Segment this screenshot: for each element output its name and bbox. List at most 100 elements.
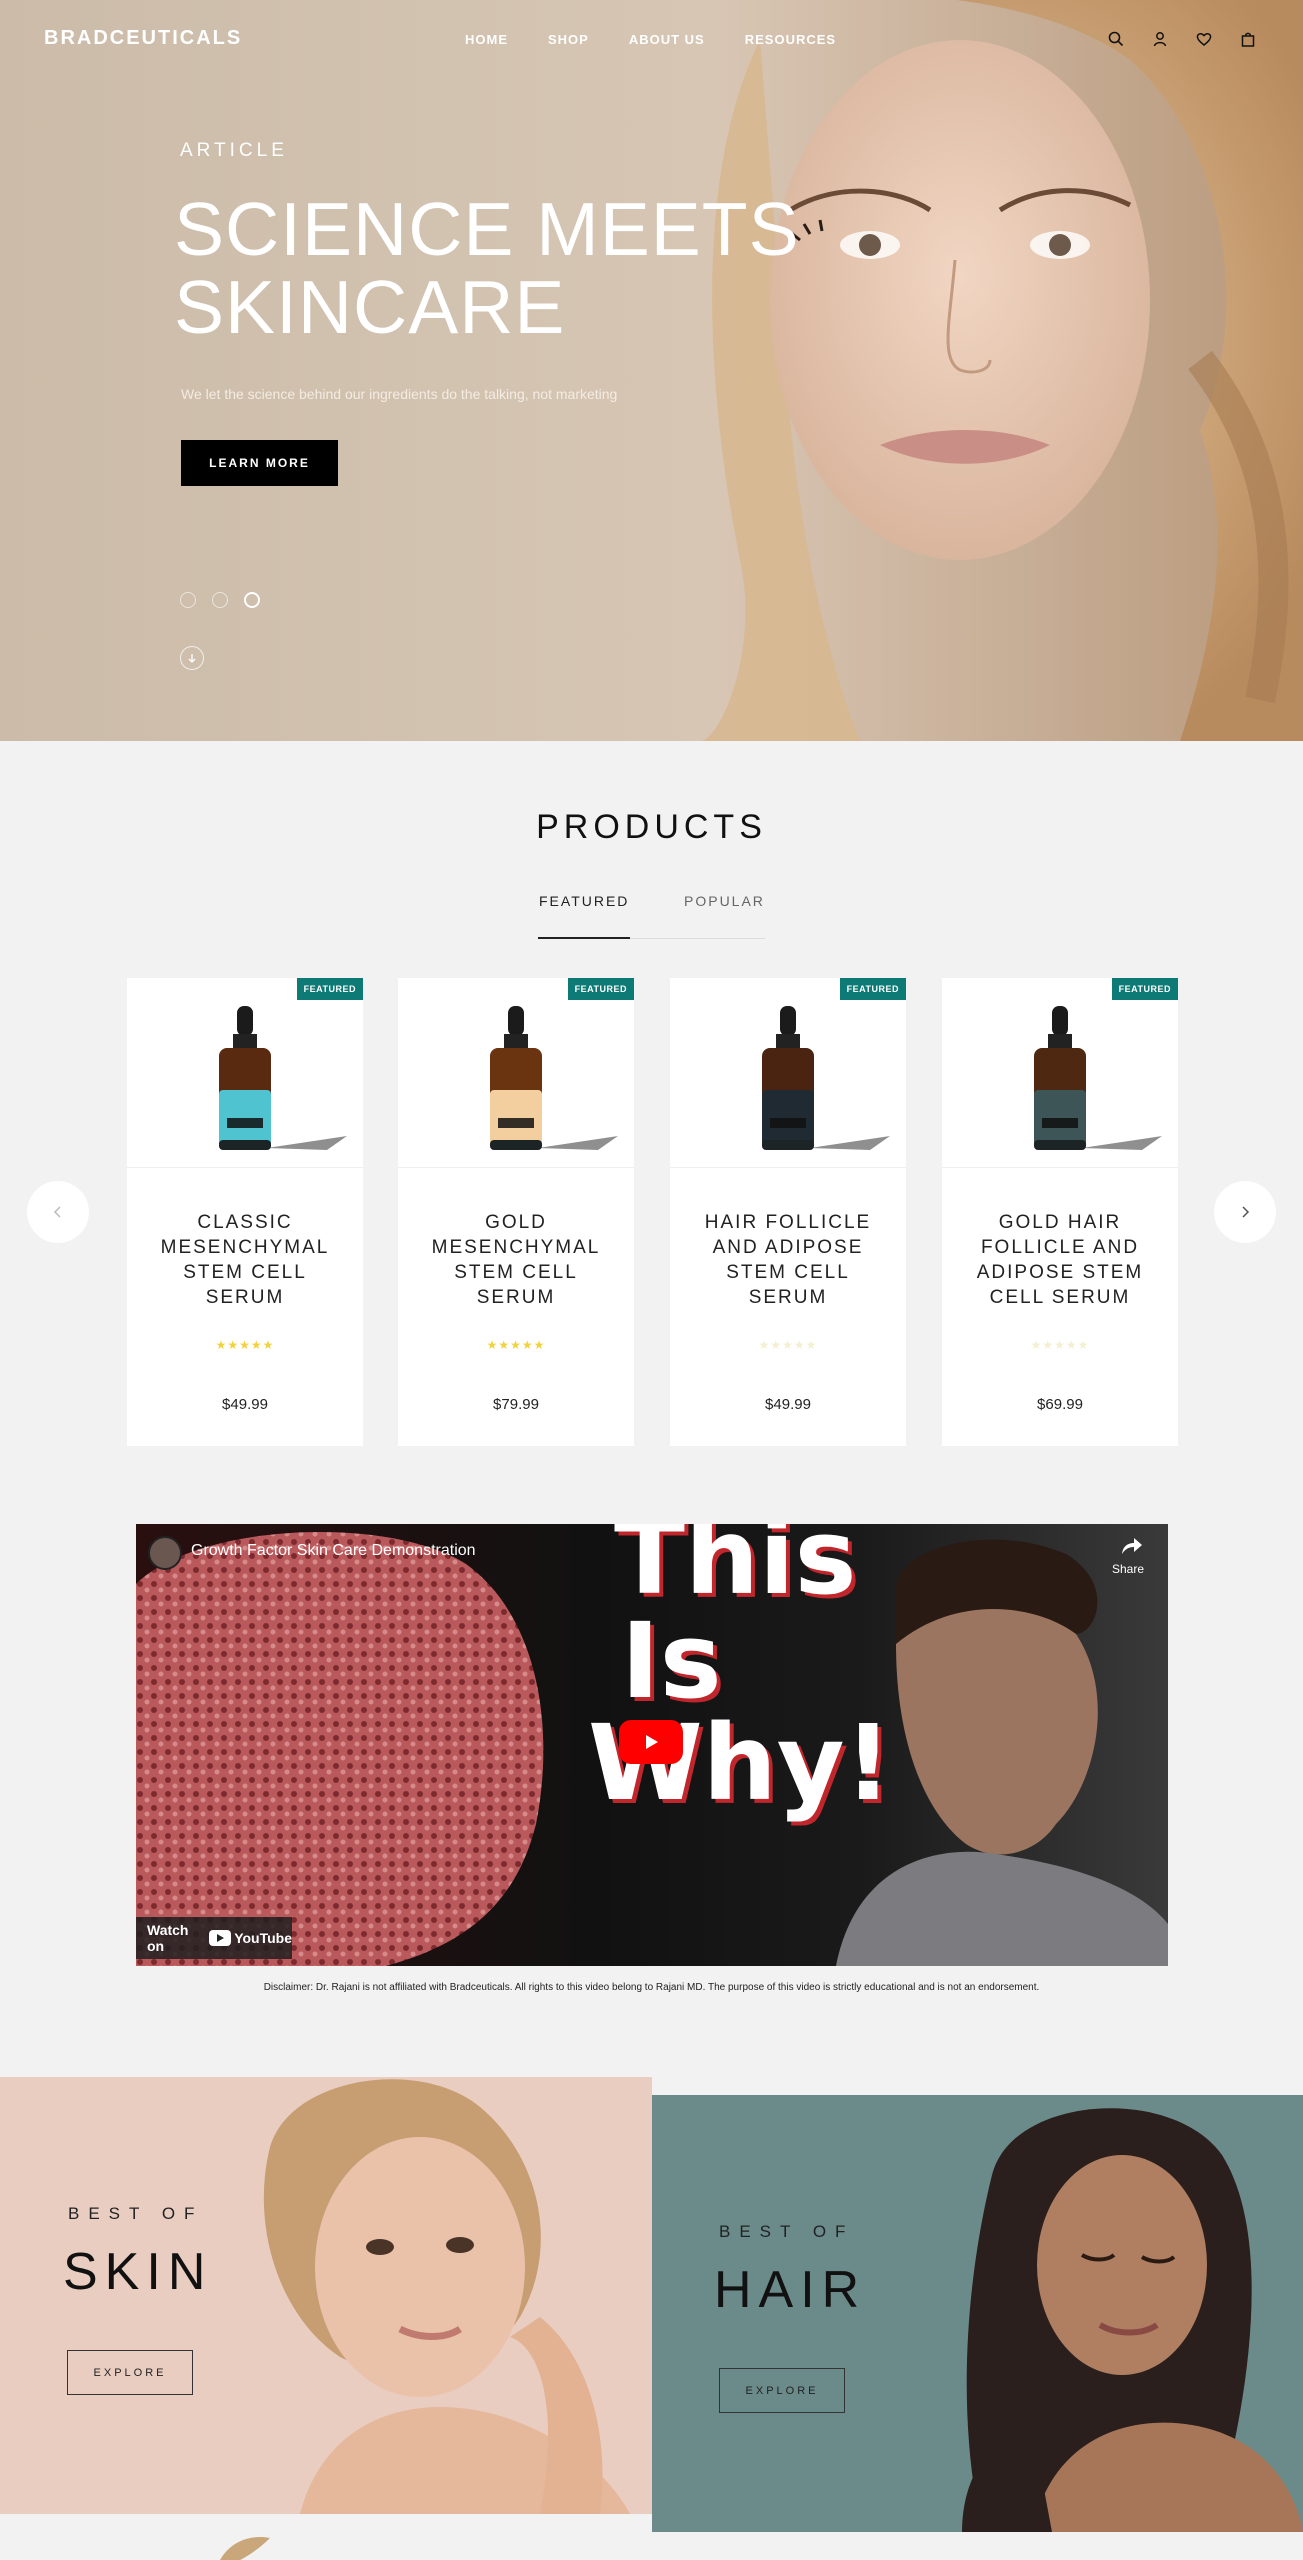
hair-title: HAIR: [714, 2261, 867, 2319]
nav-about-us[interactable]: ABOUT US: [629, 32, 705, 47]
star-icon: ★: [793, 1338, 806, 1352]
star-icon: ★: [486, 1338, 499, 1352]
explore-hair-button[interactable]: EXPLORE: [719, 2368, 845, 2413]
youtube-play-icon: [209, 1930, 232, 1946]
carousel-next-button[interactable]: [1214, 1181, 1276, 1243]
hair-eyebrow: BEST OF: [719, 2222, 855, 2241]
star-rating: ★★★★★: [670, 1338, 906, 1352]
featured-badge: FEATURED: [1111, 978, 1178, 1000]
play-button[interactable]: [619, 1720, 683, 1764]
star-icon: ★: [510, 1338, 522, 1352]
user-icon[interactable]: [1149, 28, 1171, 50]
star-icon: ★: [1077, 1338, 1090, 1352]
active-tab-indicator: [538, 937, 630, 939]
product-image[interactable]: [942, 998, 1178, 1168]
star-icon: ★: [1042, 1338, 1055, 1352]
video-title[interactable]: Growth Factor Skin Care Demonstration: [191, 1542, 476, 1560]
product-name[interactable]: CLASSIC MESENCHYMAL STEM CELL SERUM: [127, 1210, 363, 1310]
channel-avatar[interactable]: [148, 1536, 182, 1570]
product-price: $49.99: [765, 1396, 811, 1413]
star-icon: ★: [262, 1338, 275, 1352]
product-image[interactable]: [670, 998, 906, 1168]
star-icon: ★: [215, 1338, 228, 1352]
tab-featured[interactable]: FEATURED: [539, 893, 629, 909]
star-icon: ★: [805, 1338, 818, 1352]
star-icon: ★: [498, 1338, 511, 1352]
star-icon: ★: [227, 1338, 240, 1352]
decorative-leaf-image: [220, 2536, 270, 2560]
product-name[interactable]: HAIR FOLLICLE AND ADIPOSE STEM CELL SERU…: [670, 1210, 906, 1310]
star-icon: ★: [1065, 1338, 1078, 1352]
star-icon: ★: [1054, 1338, 1066, 1352]
product-image[interactable]: [398, 998, 634, 1168]
hero-banner: BRADCEUTICALS HOME SHOP ABOUT US RESOURC…: [0, 0, 1303, 741]
chevron-left-icon: [53, 1206, 61, 1218]
product-price: $49.99: [222, 1396, 268, 1413]
nav-home[interactable]: HOME: [465, 32, 508, 47]
hero-title-line1: SCIENCE MEETS: [174, 187, 800, 271]
share-icon: [1122, 1538, 1142, 1554]
scroll-down-button[interactable]: [180, 646, 204, 670]
heart-icon[interactable]: [1193, 28, 1215, 50]
youtube-logo: YouTube: [209, 1930, 292, 1946]
product-name[interactable]: GOLD MESENCHYMAL STEM CELL SERUM: [398, 1210, 634, 1310]
star-icon: ★: [758, 1338, 771, 1352]
product-card[interactable]: FEATURED HAIR FOLLICLE AND ADIPOSE STEM C…: [670, 978, 906, 1446]
product-price: $79.99: [493, 1396, 539, 1413]
featured-badge: FEATURED: [296, 978, 363, 1000]
star-icon: ★: [533, 1338, 546, 1352]
star-icon: ★: [250, 1338, 263, 1352]
watch-on-label: Watch on: [147, 1922, 189, 1954]
star-icon: ★: [521, 1338, 534, 1352]
explore-skin-button[interactable]: EXPLORE: [67, 2350, 193, 2395]
star-icon: ★: [239, 1338, 251, 1352]
star-icon: ★: [1030, 1338, 1043, 1352]
arrow-down-icon: [188, 654, 196, 663]
nav-shop[interactable]: SHOP: [548, 32, 589, 47]
search-icon[interactable]: [1105, 28, 1127, 50]
featured-badge: FEATURED: [839, 978, 906, 1000]
video-disclaimer: Disclaimer: Dr. Rajani is not affiliated…: [263, 1982, 1040, 1993]
chevron-right-icon: [1242, 1206, 1250, 1218]
youtube-video-embed[interactable]: Growth Factor Skin Care Demonstration Sh…: [136, 1524, 1168, 1966]
page: { "brand": "BRADCEUTICALS", "nav": { "li…: [0, 0, 1303, 2560]
hero-title: SCIENCE MEETS SKINCARE: [174, 190, 854, 346]
play-icon: [646, 1735, 658, 1749]
share-label: Share: [1111, 1562, 1145, 1576]
bag-icon[interactable]: [1237, 28, 1259, 50]
share-button[interactable]: Share: [1106, 1534, 1150, 1580]
star-rating: ★★★★★: [942, 1338, 1178, 1352]
slide-dot-1[interactable]: [180, 592, 196, 608]
main-nav: HOME SHOP ABOUT US RESOURCES: [465, 32, 876, 47]
hero-title-line2: SKINCARE: [174, 265, 566, 349]
hero-subtitle: We let the science behind our ingredient…: [181, 386, 618, 402]
star-rating: ★★★★★: [127, 1338, 363, 1352]
product-card[interactable]: FEATURED GOLD MESENCHYMAL STEM CELL SERUM…: [398, 978, 634, 1446]
skin-eyebrow: BEST OF: [68, 2204, 204, 2223]
product-card[interactable]: FEATURED CLASSIC MESENCHYMAL STEM CELL SE…: [127, 978, 363, 1446]
best-of-hair-panel: BEST OF HAIR EXPLORE: [652, 2095, 1303, 2532]
tab-popular[interactable]: POPULAR: [684, 893, 765, 909]
slide-dot-3[interactable]: [244, 592, 260, 608]
nav-icons: [1105, 28, 1259, 50]
star-icon: ★: [782, 1338, 794, 1352]
product-price: $69.99: [1037, 1396, 1083, 1413]
watch-on-youtube-button[interactable]: Watch on YouTube: [136, 1917, 292, 1959]
product-tabs: FEATURED POPULAR: [538, 893, 765, 939]
slider-dots: [180, 592, 260, 608]
product-name[interactable]: GOLD HAIR FOLLICLE AND ADIPOSE STEM CELL…: [942, 1210, 1178, 1310]
top-navbar: BRADCEUTICALS HOME SHOP ABOUT US RESOURC…: [0, 0, 1303, 78]
skin-title: SKIN: [63, 2243, 213, 2301]
nav-resources[interactable]: RESOURCES: [745, 32, 836, 47]
star-rating: ★★★★★: [398, 1338, 634, 1352]
carousel-prev-button[interactable]: [27, 1181, 89, 1243]
learn-more-button[interactable]: LEARN MORE: [181, 440, 338, 486]
products-heading: PRODUCTS: [536, 808, 767, 846]
hero-model-photo: [700, 0, 1303, 741]
star-icon: ★: [770, 1338, 783, 1352]
product-card[interactable]: FEATURED GOLD HAIR FOLLICLE AND ADIPOSE S…: [942, 978, 1178, 1446]
brand-logo[interactable]: BRADCEUTICALS: [44, 27, 242, 50]
featured-badge: FEATURED: [567, 978, 634, 1000]
product-image[interactable]: [127, 998, 363, 1168]
slide-dot-2[interactable]: [212, 592, 228, 608]
